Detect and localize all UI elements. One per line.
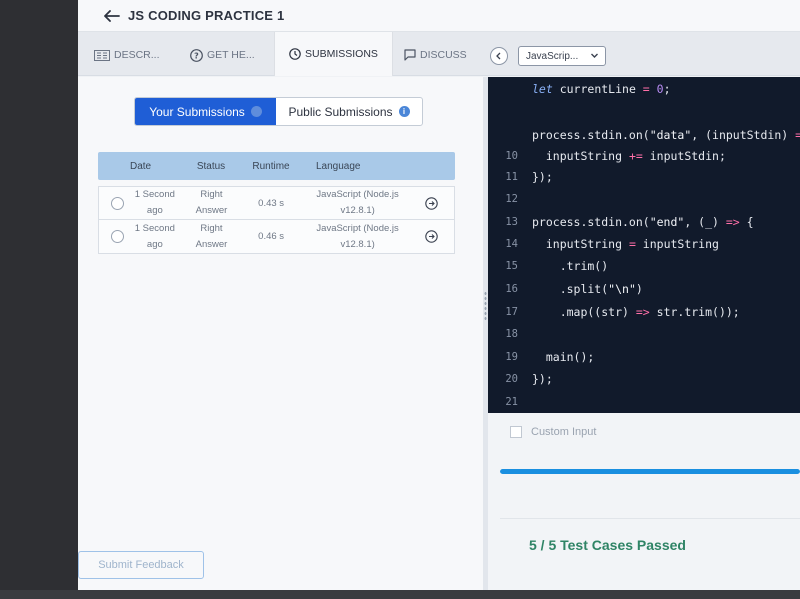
test-result-text: 5 / 5 Test Cases Passed xyxy=(529,537,686,553)
console-panel: Custom Input 5 / 5 Test Cases Passed xyxy=(488,413,800,590)
line-number: 12 xyxy=(505,193,518,205)
custom-input-checkbox[interactable]: Custom Input xyxy=(510,426,596,438)
code-line: let currentLine = 0; xyxy=(532,82,671,96)
tab-bar: DESCR... ? GET HE... SUBMISSIONS DISCUSS… xyxy=(78,32,800,76)
line-number: 18 xyxy=(505,328,518,340)
chevron-down-icon xyxy=(591,53,598,58)
code-line: 21 xyxy=(488,392,800,412)
column-header-date: Date xyxy=(130,160,152,172)
description-icon xyxy=(94,49,110,61)
divider xyxy=(500,518,800,519)
cell-runtime: 0.43 s xyxy=(258,197,285,209)
test-progress-fill xyxy=(500,469,800,474)
code-editor[interactable]: let currentLine = 0; process.stdin.on("d… xyxy=(488,77,800,413)
line-number: 19 xyxy=(505,351,518,363)
app-window: JS CODING PRACTICE 1 DESCR... ? GET HE..… xyxy=(78,0,800,590)
checkbox-icon xyxy=(510,426,522,438)
clock-icon xyxy=(289,48,301,60)
cell-status: Right Answer xyxy=(195,189,228,216)
line-number: 20 xyxy=(505,373,518,385)
column-header-language: Language xyxy=(316,160,361,172)
code-line: 18 xyxy=(488,324,800,344)
help-icon: ? xyxy=(190,48,203,62)
tab-description[interactable]: DESCR... xyxy=(94,42,160,68)
tab-discuss[interactable]: DISCUSS xyxy=(404,42,467,68)
row-select-radio[interactable] xyxy=(111,197,124,210)
screen-bezel-bottom xyxy=(0,590,800,599)
line-number: 10 xyxy=(505,150,518,162)
code-line: 13 process.stdin.on("end", (_) => { xyxy=(488,212,800,232)
your-submissions-label: Your Submissions xyxy=(149,104,245,119)
submissions-toggle: Your Submissions Public Submissions i xyxy=(134,97,423,126)
code-line: 11}); xyxy=(488,167,800,187)
code-line: process.stdin.on("data", (inputStdin) => xyxy=(532,128,800,142)
column-header-status: Status xyxy=(196,160,226,172)
table-row[interactable]: 1 Second ago Right Answer 0.43 s JavaScrip… xyxy=(98,186,455,220)
cell-language: JavaScript (Node.js v12.8.1) xyxy=(316,222,399,250)
tab-get-help[interactable]: ? GET HE... xyxy=(190,42,255,68)
arrow-right-circle-icon xyxy=(425,196,438,210)
collapse-panel-button[interactable] xyxy=(490,47,508,65)
tab-label: DISCUSS xyxy=(420,49,467,61)
code-line: 19 main(); xyxy=(488,347,800,367)
code-line: 14 inputString = inputString xyxy=(488,234,800,254)
submissions-table: Date Status Runtime Language 1 Second ago… xyxy=(98,152,455,254)
test-progress-bar xyxy=(500,469,800,474)
top-bar: JS CODING PRACTICE 1 xyxy=(78,0,800,32)
code-line: 12 xyxy=(488,189,800,209)
line-number: 17 xyxy=(505,306,518,318)
page-title: JS CODING PRACTICE 1 xyxy=(128,8,285,23)
submissions-panel: Your Submissions Public Submissions i Da… xyxy=(78,77,483,590)
public-submissions-button[interactable]: Public Submissions i xyxy=(276,98,422,125)
column-header-runtime: Runtime xyxy=(252,160,290,172)
back-button[interactable] xyxy=(102,6,122,26)
cell-status: Right Answer xyxy=(195,222,228,250)
open-submission-button[interactable] xyxy=(409,196,454,210)
line-number: 16 xyxy=(505,283,518,295)
code-line: 10 inputString += inputStdin; xyxy=(488,146,800,166)
arrow-right-circle-icon xyxy=(425,230,438,243)
chevron-left-icon xyxy=(496,52,501,60)
line-number: 15 xyxy=(505,260,518,272)
table-header: Date Status Runtime Language xyxy=(98,152,455,180)
language-select[interactable]: JavaScrip... xyxy=(518,46,606,66)
code-line: 15 .trim() xyxy=(488,256,800,276)
info-icon: i xyxy=(398,106,410,117)
submit-feedback-button[interactable]: Submit Feedback xyxy=(78,551,204,579)
tab-label: DESCR... xyxy=(114,49,160,61)
code-line: 16 .split("\n") xyxy=(488,279,800,299)
public-submissions-label: Public Submissions xyxy=(288,104,393,119)
cell-language: JavaScript (Node.js v12.8.1) xyxy=(316,189,399,216)
custom-input-label: Custom Input xyxy=(531,426,597,438)
tab-label: GET HE... xyxy=(207,49,255,61)
line-number: 13 xyxy=(505,216,518,228)
line-number: 11 xyxy=(505,171,518,183)
language-select-value: JavaScrip... xyxy=(526,50,579,62)
your-submissions-button[interactable]: Your Submissions xyxy=(135,98,276,125)
table-row[interactable]: 1 Second ago Right Answer 0.46 s JavaScrip… xyxy=(98,220,455,254)
tab-submissions[interactable]: SUBMISSIONS xyxy=(274,32,393,76)
code-line: 20}); xyxy=(488,369,800,389)
cell-runtime: 0.46 s xyxy=(258,231,285,242)
chat-icon xyxy=(404,49,416,61)
line-number: 21 xyxy=(505,396,518,408)
row-select-radio[interactable] xyxy=(111,230,124,243)
svg-text:?: ? xyxy=(194,51,199,60)
info-icon xyxy=(250,106,262,117)
drag-grip-icon xyxy=(484,291,487,321)
line-number: 14 xyxy=(505,238,518,250)
code-line: 17 .map((str) => str.trim()); xyxy=(488,302,800,322)
arrow-left-icon xyxy=(104,9,120,22)
tab-label: SUBMISSIONS xyxy=(305,48,378,60)
open-submission-button[interactable] xyxy=(409,230,454,243)
screen-bezel-left xyxy=(0,0,78,599)
